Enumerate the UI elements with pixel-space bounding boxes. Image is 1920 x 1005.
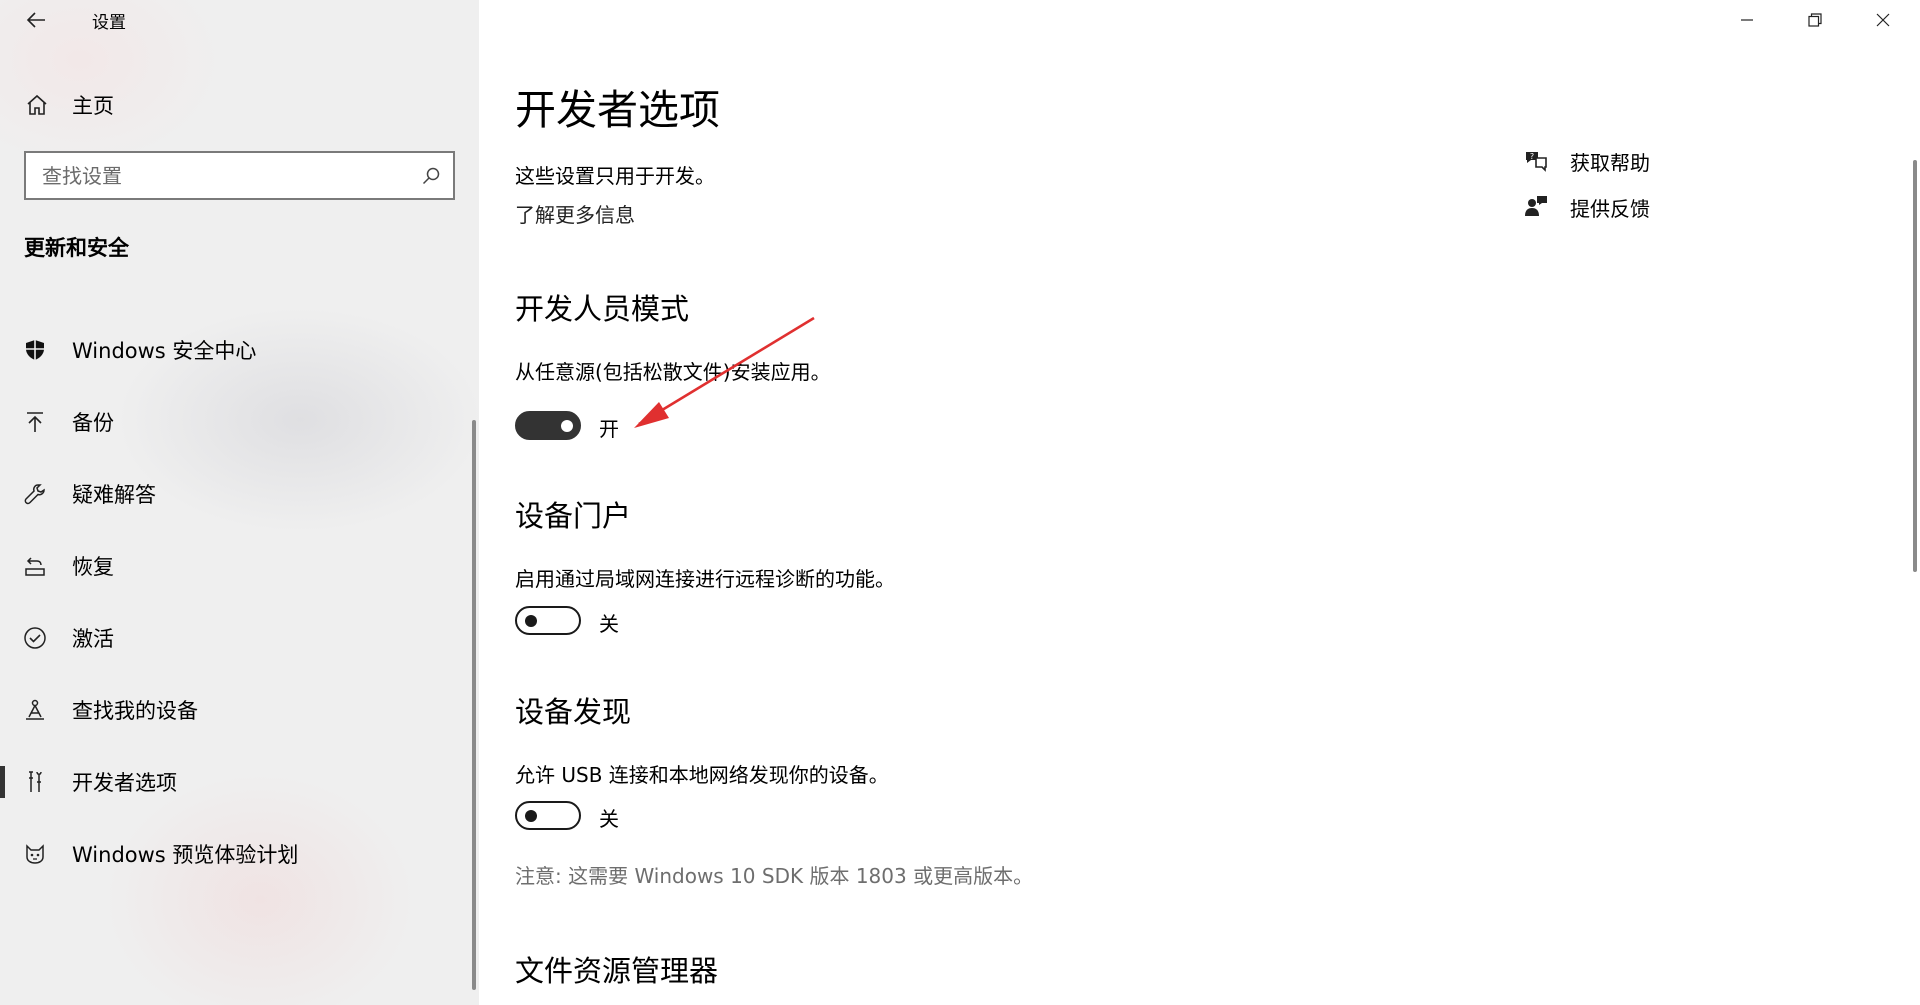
device-portal-description: 启用通过局域网连接进行远程诊断的功能。 [515, 567, 895, 591]
device-discovery-toggle[interactable] [515, 801, 581, 830]
sidebar-item-find-my-device[interactable]: 查找我的设备 [0, 682, 479, 738]
search-input[interactable] [26, 153, 422, 198]
sidebar-item-security-center[interactable]: Windows 安全中心 [0, 322, 479, 378]
sidebar-item-label: 查找我的设备 [72, 699, 198, 723]
give-feedback-label: 提供反馈 [1570, 196, 1650, 221]
developer-mode-toggle[interactable] [515, 411, 581, 440]
find-device-icon [22, 697, 48, 723]
sidebar-item-label: Windows 安全中心 [72, 339, 257, 363]
sidebar-item-developer-options[interactable]: 开发者选项 [0, 754, 479, 810]
file-explorer-heading: 文件资源管理器 [515, 954, 719, 988]
wrench-icon [22, 481, 48, 507]
restore-icon [1808, 13, 1822, 27]
checkmark-circle-icon [22, 625, 48, 651]
recovery-icon [22, 553, 48, 579]
shield-icon [22, 337, 48, 363]
sidebar-item-troubleshoot[interactable]: 疑难解答 [0, 466, 479, 522]
device-portal-toggle-label: 关 [599, 612, 619, 636]
close-icon [1876, 13, 1890, 27]
sidebar-item-label: 开发者选项 [72, 771, 177, 795]
sidebar-item-label: 恢复 [72, 555, 114, 579]
sidebar-section-title: 更新和安全 [24, 236, 129, 260]
main-scrollbar[interactable] [1913, 160, 1917, 572]
device-portal-toggle[interactable] [515, 606, 581, 635]
main-content: 开发者选项 这些设置只用于开发。 了解更多信息 开发人员模式 从任意源(包括松散… [479, 0, 1920, 1005]
sidebar-item-label: 备份 [72, 411, 114, 435]
feedback-person-icon [1525, 196, 1547, 216]
svg-text:?: ? [1530, 152, 1534, 161]
learn-more-link[interactable]: 了解更多信息 [515, 199, 635, 228]
sidebar-item-home[interactable]: 主页 [0, 82, 479, 128]
toggle-knob [525, 615, 537, 627]
sidebar-scrollbar[interactable] [472, 420, 476, 990]
device-discovery-description: 允许 USB 连接和本地网络发现你的设备。 [515, 763, 889, 787]
get-help-label: 获取帮助 [1570, 150, 1650, 175]
search-box [24, 151, 455, 200]
annotation-arrow [634, 316, 815, 428]
sidebar: 设置 主页 更新和安全 Windows 安全中心 [0, 0, 479, 1005]
device-discovery-toggle-label: 关 [599, 807, 619, 831]
developer-mode-description: 从任意源(包括松散文件)安装应用。 [515, 360, 831, 384]
search-icon[interactable] [421, 166, 441, 186]
back-button[interactable] [16, 0, 56, 40]
sidebar-item-recovery[interactable]: 恢复 [0, 538, 479, 594]
toggle-knob [525, 810, 537, 822]
developer-mode-toggle-label: 开 [599, 417, 619, 441]
help-chat-icon: ? [1526, 152, 1547, 172]
minimize-icon [1741, 19, 1753, 21]
toggle-knob [561, 420, 573, 432]
close-button[interactable] [1849, 0, 1917, 40]
sdk-note: 注意: 这需要 Windows 10 SDK 版本 1803 或更高版本。 [515, 864, 1034, 888]
sidebar-item-activation[interactable]: 激活 [0, 610, 479, 666]
backup-arrow-icon [22, 409, 48, 435]
developer-tools-icon [22, 769, 48, 795]
device-discovery-heading: 设备发现 [515, 695, 632, 729]
restore-button[interactable] [1781, 0, 1849, 40]
developer-mode-heading: 开发人员模式 [515, 292, 690, 326]
minimize-button[interactable] [1713, 0, 1781, 40]
sidebar-item-label: Windows 预览体验计划 [72, 843, 299, 867]
sidebar-item-backup[interactable]: 备份 [0, 394, 479, 450]
active-indicator [0, 766, 5, 798]
sidebar-item-label: 主页 [72, 94, 114, 118]
app-title: 设置 [92, 13, 126, 33]
sidebar-item-label: 疑难解答 [72, 483, 156, 507]
home-icon [24, 92, 50, 118]
back-arrow-icon [26, 12, 45, 28]
intro-text: 这些设置只用于开发。 [515, 164, 715, 188]
page-title: 开发者选项 [515, 86, 720, 134]
sidebar-item-label: 激活 [72, 627, 114, 651]
insider-cat-icon [22, 841, 48, 867]
device-portal-heading: 设备门户 [515, 499, 632, 533]
sidebar-item-insider-program[interactable]: Windows 预览体验计划 [0, 826, 479, 882]
